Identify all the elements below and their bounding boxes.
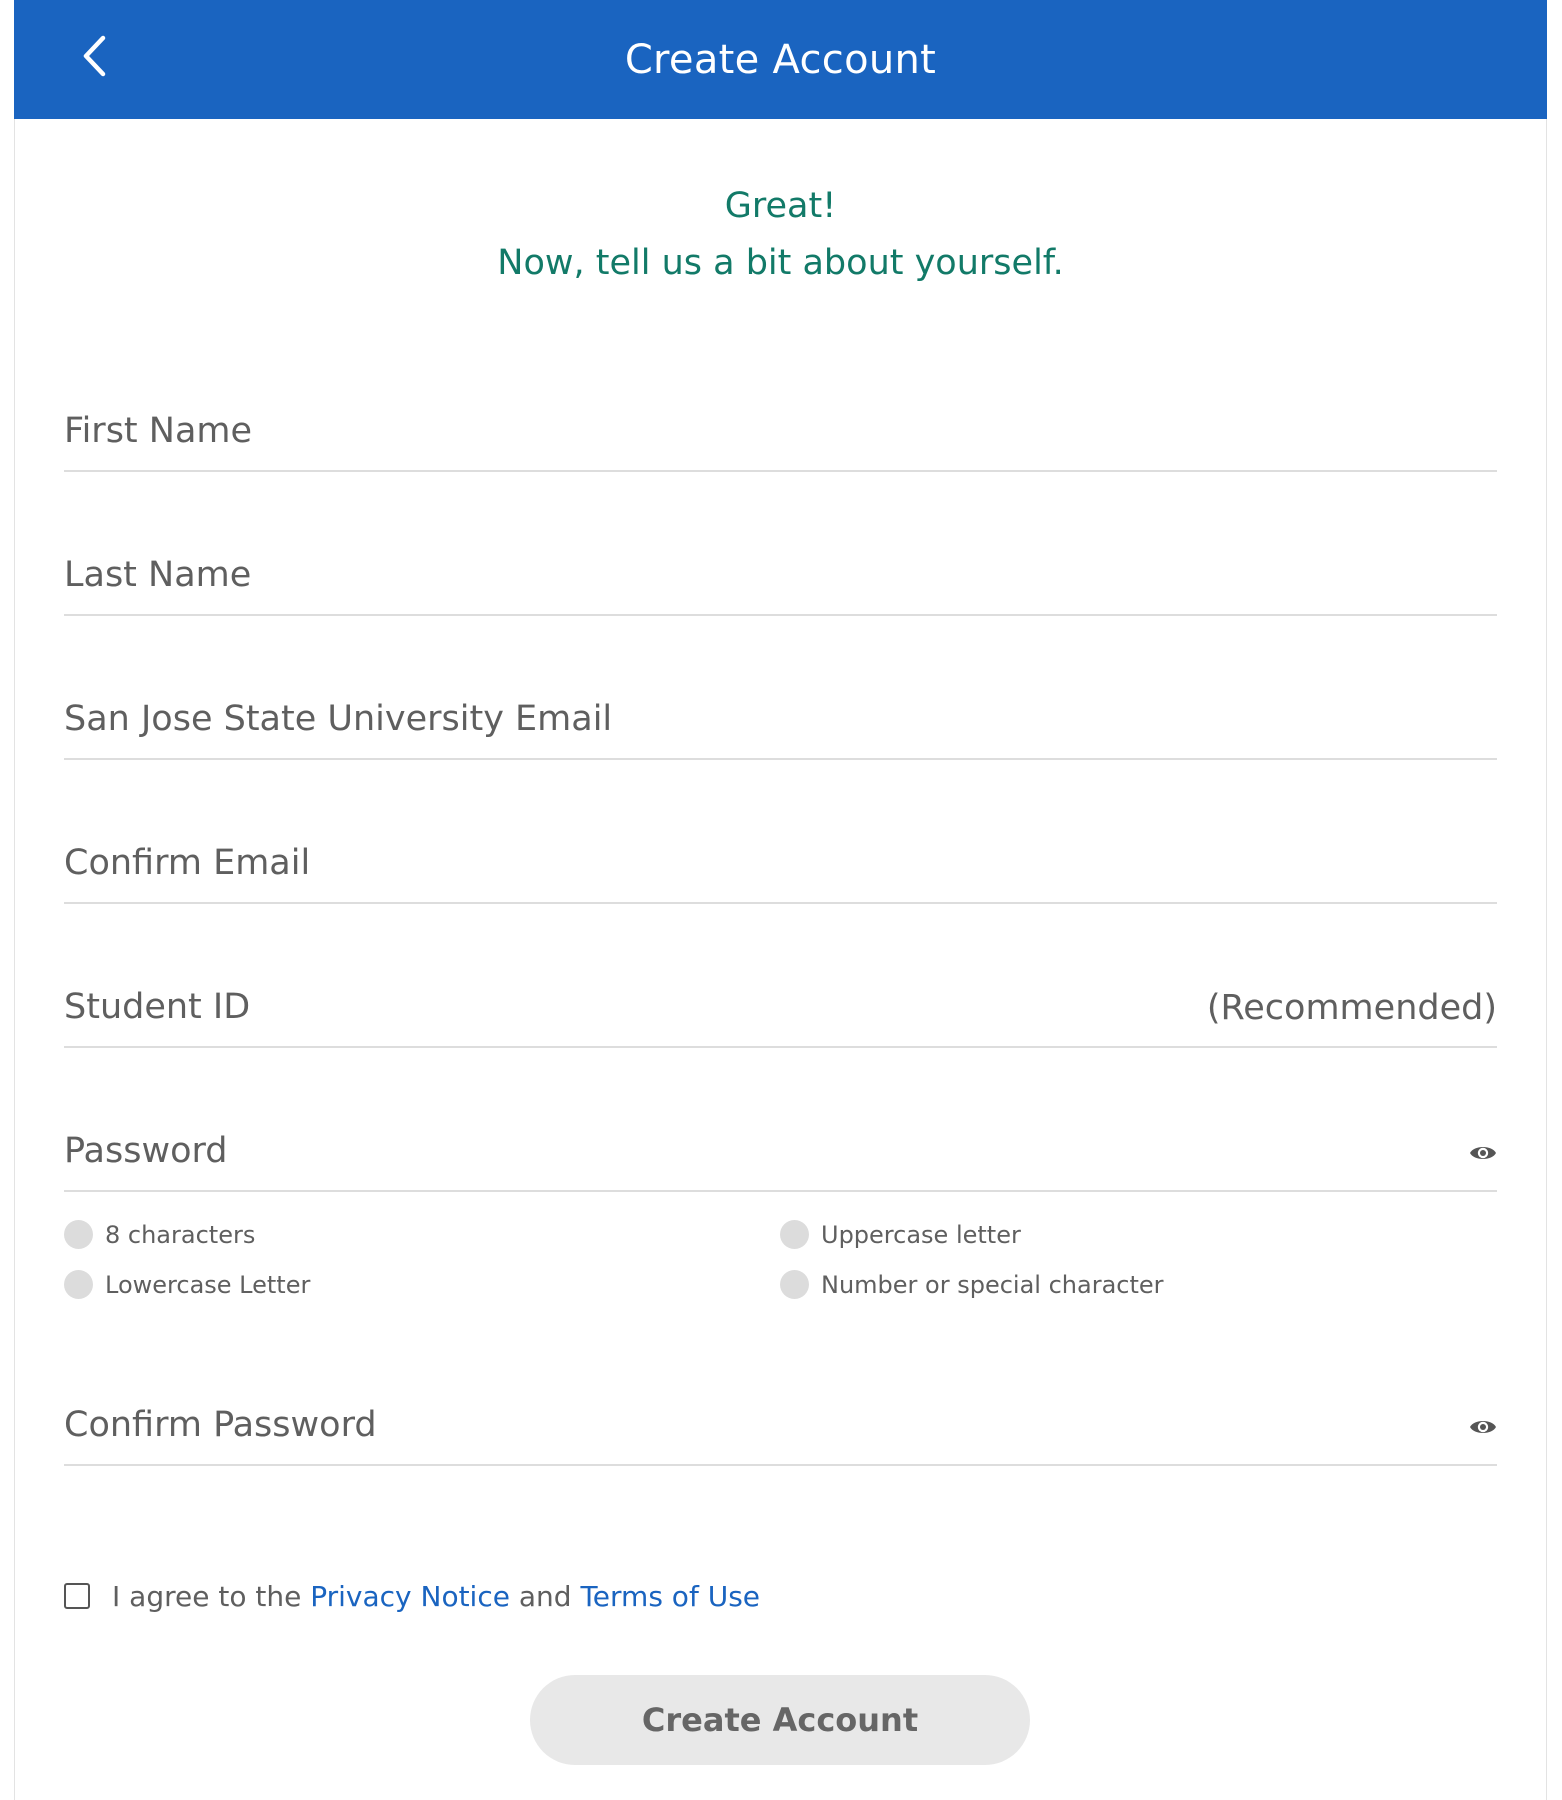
eye-icon[interactable] — [1469, 1142, 1497, 1164]
requirement-item: Uppercase letter — [780, 1220, 1021, 1249]
first-name-field-container — [64, 392, 1497, 472]
agree-checkbox[interactable] — [64, 1583, 90, 1609]
requirement-status-dot — [64, 1270, 93, 1299]
confirm-password-field-container — [64, 1386, 1497, 1466]
intro-heading: Great! — [724, 186, 837, 226]
confirm-password-input[interactable] — [64, 1386, 1497, 1464]
email-field-container — [64, 680, 1497, 760]
requirement-item: Lowercase Letter — [64, 1270, 310, 1299]
confirm-email-input[interactable] — [64, 824, 1497, 902]
app-header: Create Account — [14, 0, 1547, 119]
requirement-label: Uppercase letter — [821, 1220, 1021, 1249]
requirement-status-dot — [64, 1220, 93, 1249]
requirement-status-dot — [780, 1270, 809, 1299]
requirement-item: 8 characters — [64, 1220, 255, 1249]
terms-of-use-link[interactable]: Terms of Use — [580, 1580, 760, 1613]
recommended-hint: (Recommended) — [1206, 988, 1497, 1028]
first-name-input[interactable] — [64, 392, 1497, 470]
privacy-notice-link[interactable]: Privacy Notice — [310, 1580, 510, 1613]
last-name-input[interactable] — [64, 536, 1497, 614]
requirement-label: Number or special character — [821, 1270, 1164, 1299]
confirm-email-field-container — [64, 824, 1497, 904]
agreement-row: I agree to the Privacy Notice and Terms … — [64, 1576, 760, 1616]
last-name-field-container — [64, 536, 1497, 616]
requirement-status-dot — [780, 1220, 809, 1249]
student-id-field-container: (Recommended) — [64, 968, 1497, 1048]
email-input[interactable] — [64, 680, 1497, 758]
requirement-label: Lowercase Letter — [105, 1270, 311, 1299]
page-title: Create Account — [624, 36, 937, 83]
intro-subheading: Now, tell us a bit about yourself. — [497, 243, 1064, 283]
agreement-conjunction: and — [518, 1579, 572, 1613]
create-account-button[interactable]: Create Account — [530, 1675, 1030, 1765]
agreement-prefix: I agree to the — [112, 1579, 302, 1613]
requirement-item: Number or special character — [780, 1270, 1164, 1299]
password-input[interactable] — [64, 1112, 1497, 1190]
password-field-container — [64, 1112, 1497, 1192]
eye-icon[interactable] — [1469, 1416, 1497, 1438]
requirement-label: 8 characters — [105, 1220, 256, 1249]
